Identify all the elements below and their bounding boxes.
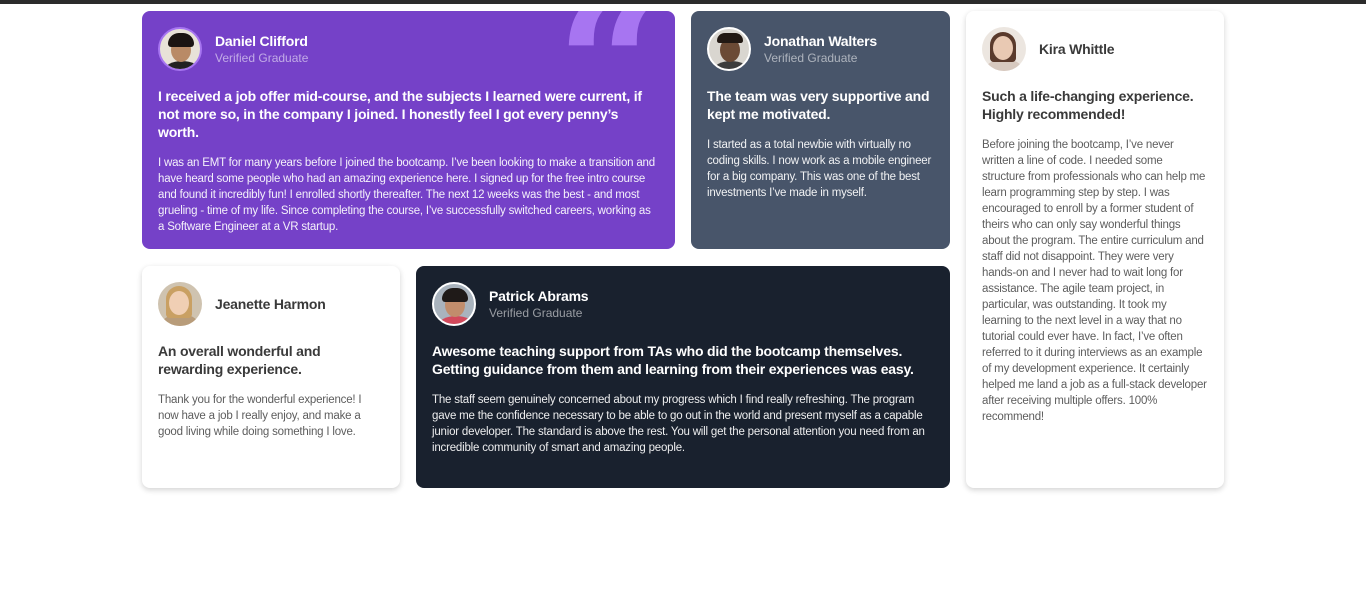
- testimonial-card-patrick-abrams: Patrick Abrams Verified Graduate Awesome…: [416, 266, 950, 488]
- testimonial-header: Jonathan Walters Verified Graduate: [707, 27, 934, 71]
- testimonial-body: I was an EMT for many years before I joi…: [158, 157, 655, 233]
- author-role: Verified Graduate: [489, 306, 583, 320]
- testimonial-body: Before joining the bootcamp, I’ve never …: [982, 139, 1207, 423]
- testimonial-headline: I received a job offer mid-course, and t…: [158, 88, 642, 140]
- avatar: [707, 27, 751, 71]
- author-name: Patrick Abrams: [489, 288, 589, 304]
- testimonial-body: I started as a total newbie with virtual…: [707, 139, 932, 199]
- testimonial-headline: The team was very supportive and kept me…: [707, 88, 930, 122]
- avatar: [432, 282, 476, 326]
- testimonial-body: The staff seem genuinely concerned about…: [432, 394, 925, 454]
- author-role: Verified Graduate: [215, 51, 309, 65]
- testimonial-header: Daniel Clifford Verified Graduate: [158, 27, 659, 71]
- testimonial-headline: An overall wonderful and rewarding exper…: [158, 343, 321, 377]
- testimonial-header: Patrick Abrams Verified Graduate: [432, 282, 934, 326]
- testimonial-card-daniel-clifford: “ Daniel Clifford Verified Graduate I re…: [142, 11, 675, 249]
- testimonial-headline: Awesome teaching support from TAs who di…: [432, 343, 914, 377]
- testimonial-card-jeanette-harmon: Jeanette Harmon An overall wonderful and…: [142, 266, 400, 488]
- testimonial-card-kira-whittle: Kira Whittle Such a life-changing experi…: [966, 11, 1224, 488]
- author-name: Jeanette Harmon: [215, 296, 326, 312]
- avatar: [982, 27, 1026, 71]
- author-name: Jonathan Walters: [764, 33, 877, 49]
- author-name: Kira Whittle: [1039, 41, 1115, 57]
- testimonial-card-jonathan-walters: Jonathan Walters Verified Graduate The t…: [691, 11, 950, 249]
- testimonial-header: Kira Whittle: [982, 27, 1208, 71]
- avatar: [158, 282, 202, 326]
- avatar: [158, 27, 202, 71]
- author-name: Daniel Clifford: [215, 33, 308, 49]
- testimonial-headline: Such a life-changing experience. Highly …: [982, 88, 1194, 122]
- testimonial-header: Jeanette Harmon: [158, 282, 384, 326]
- testimonial-body: Thank you for the wonderful experience! …: [158, 394, 362, 438]
- top-bar: [0, 0, 1366, 4]
- author-role: Verified Graduate: [764, 51, 858, 65]
